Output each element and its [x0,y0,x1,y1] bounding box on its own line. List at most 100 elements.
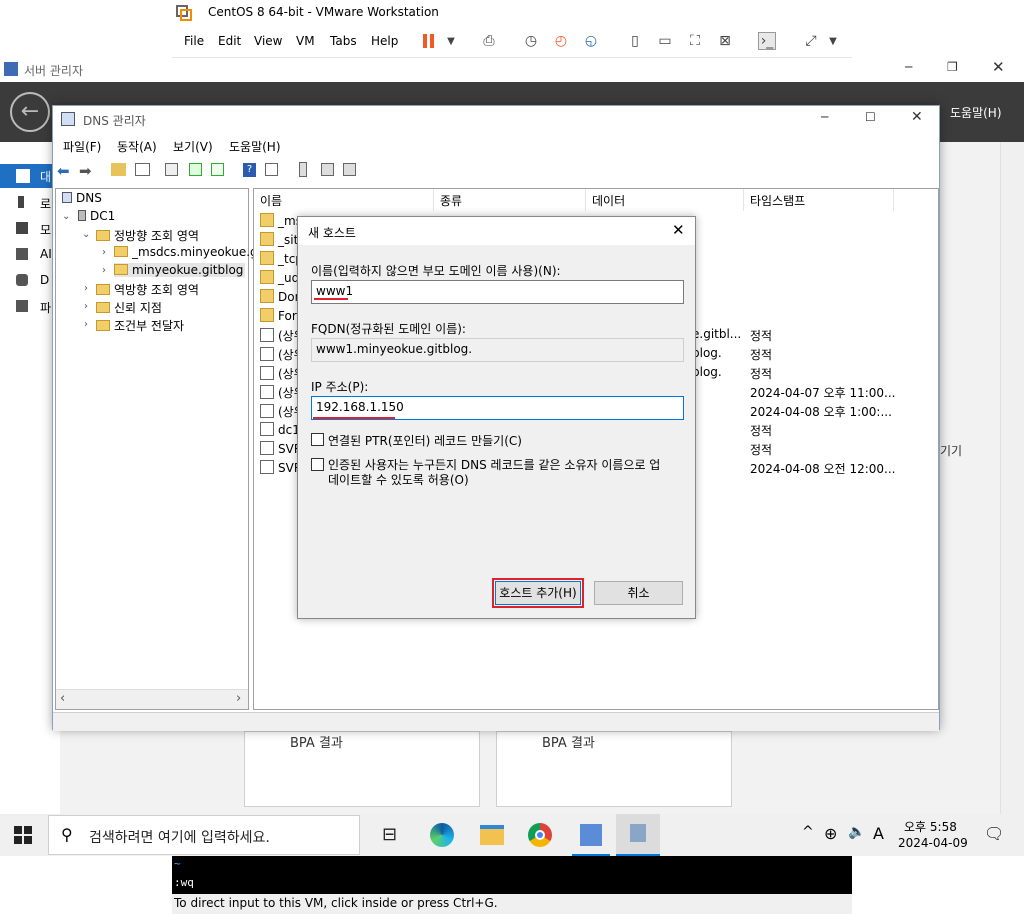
list-icon[interactable] [321,163,334,176]
chevron-up-icon[interactable]: ^ [802,824,814,840]
column-header-type[interactable]: 종류 [434,189,586,211]
pause-icon[interactable] [420,32,438,50]
edge-icon[interactable] [430,823,454,847]
file-explorer-icon[interactable] [480,825,504,845]
snapshot-manager-icon[interactable]: ◵ [582,32,600,50]
task-view-icon[interactable]: ⊟ [382,824,397,845]
sidebar-item-dashboard[interactable]: 대 [0,164,60,188]
tree-node-msdcs[interactable]: _msdcs.minyeokue.g [114,245,258,259]
volume-muted-icon[interactable]: 🔈 [848,824,865,840]
snapshot-icon[interactable]: ◷ [522,32,540,50]
help-icon[interactable]: ? [243,163,256,177]
dns-menu-action[interactable]: 동작(A) [117,138,157,155]
scroll-left-icon[interactable]: ‹ [60,691,65,706]
dns-manager-taskbar-icon[interactable] [616,814,660,856]
help-menu[interactable]: 도움말(H) [950,104,1002,121]
add-host-button[interactable]: 호스트 추가(H) [495,581,581,605]
close-icon[interactable]: ✕ [992,58,1005,76]
send-keys-icon[interactable]: ⎙ [480,32,498,50]
name-input[interactable]: www1 [311,280,684,304]
ime-indicator[interactable]: A [873,824,884,843]
server-manager-sidebar: 대 로 모 AI D 파 [0,162,60,812]
tree-node-trust[interactable]: 신뢰 지점 [96,299,162,316]
notifications-icon[interactable]: 🗨 [984,824,1004,843]
tree-node-dns[interactable]: DNS [62,191,102,205]
dns-menu-view[interactable]: 보기(V) [173,138,213,155]
dns-maximize-icon[interactable]: ☐ [865,110,876,124]
thumbnail-icon[interactable]: ▭ [656,32,674,50]
minimize-icon[interactable]: ─ [905,60,912,74]
dns-app-icon [630,824,646,842]
column-header-timestamp[interactable]: 타임스탬프 [744,189,894,211]
show-tree-icon[interactable] [135,163,150,176]
vm-console[interactable]: ~ :wq [172,856,852,894]
properties-icon[interactable] [165,163,178,176]
dialog-close-icon[interactable]: ✕ [672,221,685,239]
console-view-icon[interactable]: ›_ [758,32,776,50]
revert-snapshot-icon[interactable]: ◴ [552,32,570,50]
restore-icon[interactable]: ❐ [947,60,958,74]
menu-vm[interactable]: VM [296,34,315,48]
auth-checkbox[interactable] [311,458,324,471]
column-header-name[interactable]: 이름 [254,189,434,211]
chevron-down-icon[interactable]: ⌄ [62,211,70,222]
chevron-right-icon[interactable]: › [102,247,106,258]
dns-close-icon[interactable]: ✕ [911,109,923,125]
forward-arrow-icon[interactable]: ➡ [79,162,92,180]
chevron-right-icon[interactable]: › [102,265,106,276]
refresh-icon[interactable] [189,163,202,176]
clock-date[interactable]: 2024-04-09 [898,836,968,850]
scrollbar[interactable] [1000,142,1024,814]
stretch-dropdown-icon[interactable]: ▼ [824,32,842,50]
menu-file[interactable]: File [184,34,204,48]
menu-view[interactable]: View [254,34,282,48]
sidebar-item-ad[interactable]: AI [0,244,60,266]
tree-node-forward[interactable]: 정방향 조회 영역 [96,227,199,244]
search-box[interactable]: ⚲ 검색하려면 여기에 입력하세요. [48,815,360,855]
dns-minimize-icon[interactable]: ─ [821,110,828,124]
clock-time[interactable]: 오후 5:58 [904,818,957,835]
back-arrow-icon[interactable]: ⬅ [57,162,70,180]
back-icon[interactable]: ← [10,92,50,132]
fullscreen-icon[interactable]: ⛶ [686,32,704,50]
tree-node-zone-selected[interactable]: minyeokue.gitblog [114,263,246,277]
tree-node-conditional[interactable]: 조건부 전달자 [96,317,184,334]
ptr-checkbox[interactable] [311,433,324,446]
cancel-button[interactable]: 취소 [594,581,683,605]
new-host-dialog: 새 호스트 ✕ 이름(입력하지 않으면 부모 도메인 이름 사용)(N): ww… [297,216,696,619]
sidebar-item-dns[interactable]: D [0,270,60,292]
menu-edit[interactable]: Edit [218,34,241,48]
export-icon[interactable] [211,163,224,176]
stretch-icon[interactable]: ⤢ [802,32,820,50]
vmware-logo-icon [176,5,192,21]
menu-tabs[interactable]: Tabs [330,34,357,48]
tree-node-dc1[interactable]: DC1 [78,209,115,223]
tree-node-reverse[interactable]: 역방향 조회 영역 [96,281,199,298]
unity-icon[interactable]: ⊠ [716,32,734,50]
sidebar-item-all[interactable]: 모 [0,218,60,240]
records-icon[interactable] [343,163,356,176]
chevron-right-icon[interactable]: › [84,301,88,312]
dns-menu-help[interactable]: 도움말(H) [229,138,281,155]
dns-menu-file[interactable]: 파일(F) [63,138,101,155]
show-library-icon[interactable]: ▯ [626,32,644,50]
network-icon[interactable]: ⊕ [824,824,837,843]
chrome-icon[interactable] [528,823,552,847]
power-dropdown-icon[interactable]: ▼ [442,32,460,50]
action-pane-icon[interactable] [265,163,278,176]
chevron-down-icon[interactable]: ⌄ [82,229,90,240]
sidebar-item-local[interactable]: 로 [0,192,60,214]
bpa-label[interactable]: BPA 결과 [542,732,595,751]
bpa-label[interactable]: BPA 결과 [290,732,343,751]
horizontal-scrollbar[interactable]: ‹ › [56,689,248,709]
chevron-right-icon[interactable]: › [84,283,88,294]
chevron-right-icon[interactable]: › [84,319,88,330]
menu-help[interactable]: Help [371,34,398,48]
sidebar-item-files[interactable]: 파 [0,296,60,318]
scroll-right-icon[interactable]: › [236,691,241,706]
server-icon[interactable] [299,162,307,177]
up-folder-icon[interactable] [111,163,126,176]
column-header-data[interactable]: 데이터 [586,189,744,211]
server-manager-taskbar-icon[interactable] [572,818,610,856]
windows-start-icon[interactable] [14,826,32,844]
